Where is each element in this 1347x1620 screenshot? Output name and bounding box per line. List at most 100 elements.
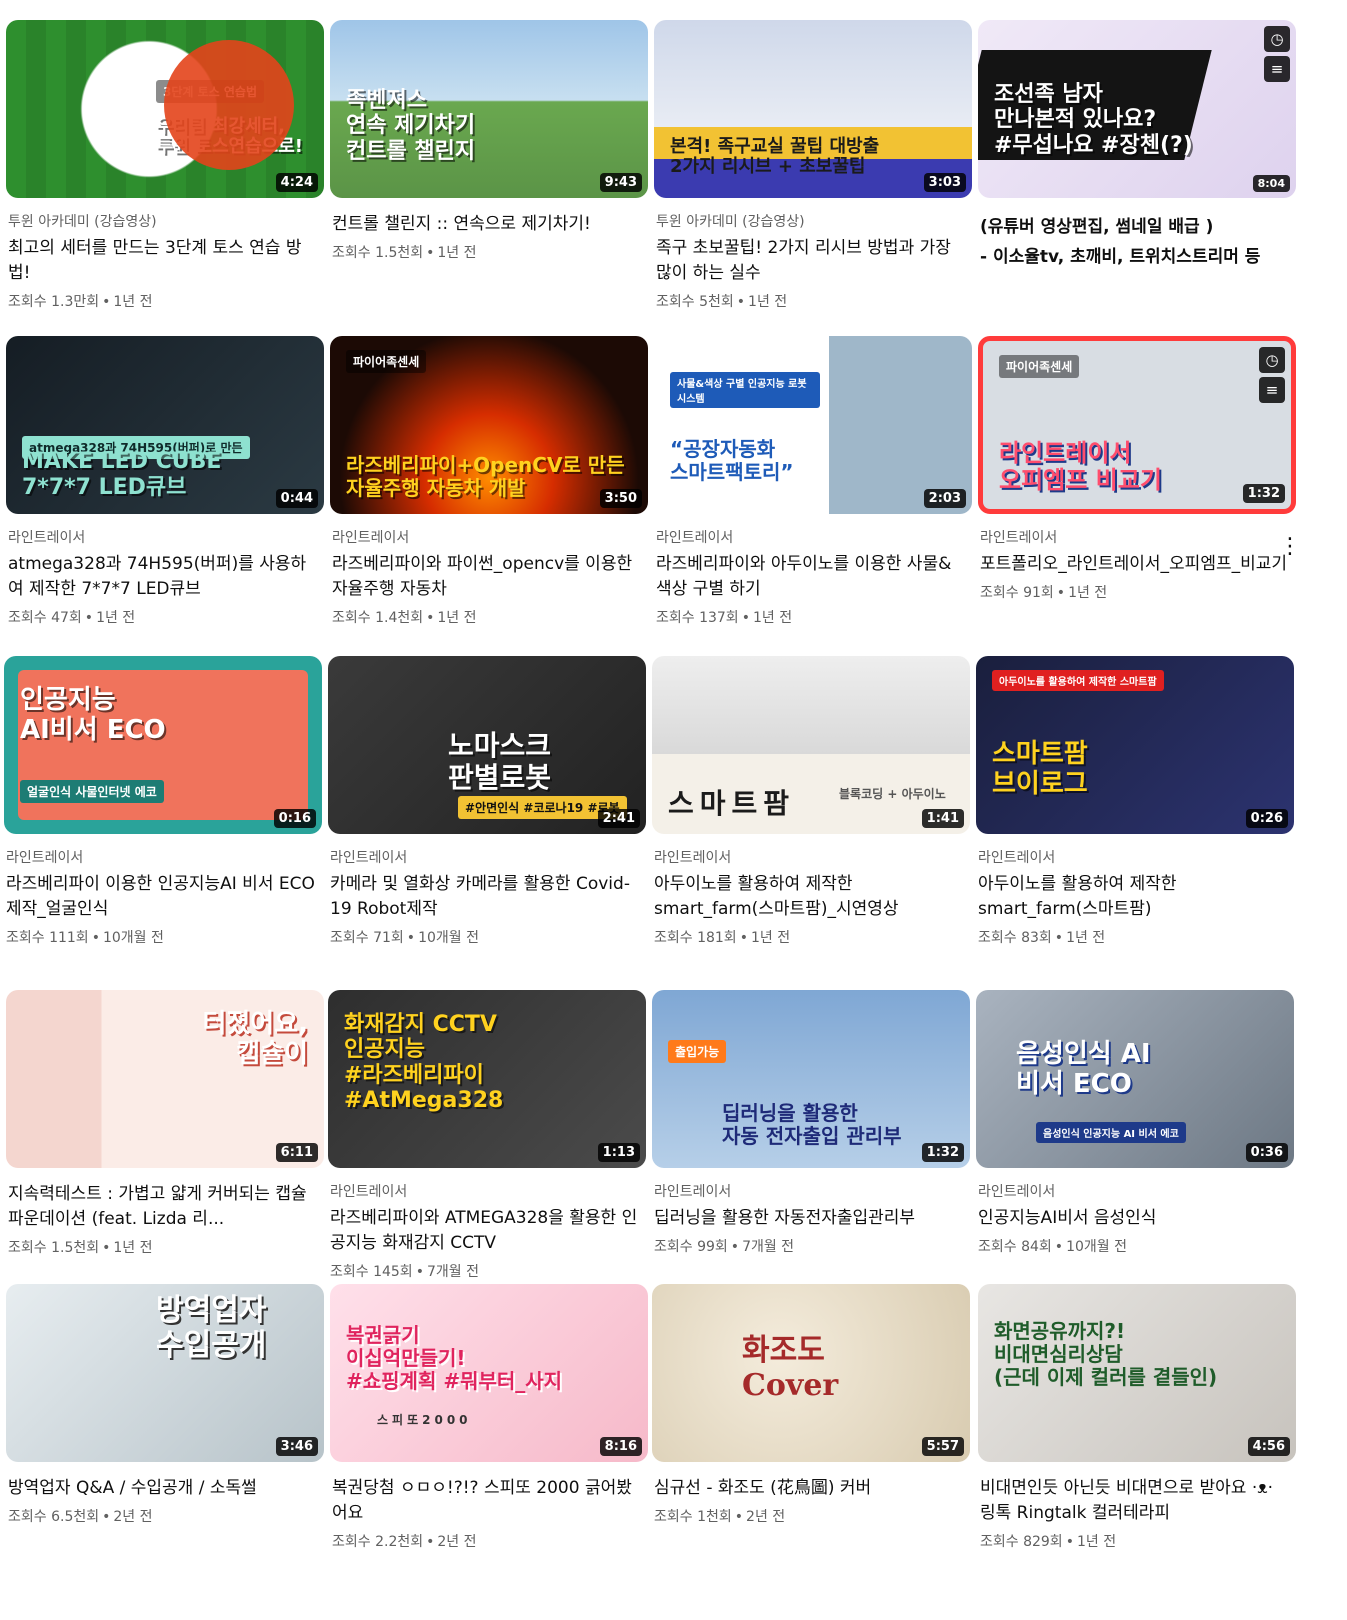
- video-thumbnail[interactable]: 화면공유까지?! 비대면심리상담 (근데 이제 컬러를 곁들인) 4:56: [978, 1284, 1296, 1462]
- watch-later-icon[interactable]: ◷: [1259, 347, 1285, 373]
- video-thumbnail[interactable]: 방역업자 수입공개 3:46: [6, 1284, 324, 1462]
- video-title[interactable]: 딥러닝을 활용한 자동전자출입관리부: [654, 1206, 964, 1231]
- video-title[interactable]: 지속력테스트 : 가볍고 얇게 커버되는 캡슐파운데이션 (feat. Lizd…: [8, 1182, 318, 1232]
- video-thumbnail[interactable]: 파이어족센세 라즈베리파이+OpenCV로 만든 자율주행 자동차 개발 3:5…: [330, 336, 648, 514]
- video-card[interactable]: 사물&색상 구별 인공지능 로봇 시스템 “공장자동화 스마트팩토리” 2:03…: [654, 336, 972, 628]
- video-title[interactable]: 복권당첨 ㅇㅁㅇ!?!? 스피또 2000 긁어봤어요: [332, 1476, 642, 1526]
- channel-name[interactable]: 라인트레이서: [978, 1182, 1288, 1202]
- channel-name[interactable]: 라인트레이서: [654, 1182, 964, 1202]
- add-to-queue-icon[interactable]: ≡: [1264, 56, 1290, 82]
- video-title[interactable]: 컨트롤 챌린지 :: 연속으로 제기차기!: [332, 212, 642, 237]
- video-card[interactable]: 파이어족센세 라즈베리파이+OpenCV로 만든 자율주행 자동차 개발 3:5…: [330, 336, 648, 628]
- video-title[interactable]: 카메라 및 열화상 카메라를 활용한 Covid-19 Robot제작: [330, 872, 640, 922]
- video-thumbnail[interactable]: 복권긁기 이십억만들기! #쇼핑계획 #뭐부터_사지 스피또2000 8:16: [330, 1284, 648, 1462]
- ad-subtitle[interactable]: - 이소율tv, 초깨비, 트위치스트리머 등: [980, 242, 1290, 272]
- video-thumbnail[interactable]: 노마스크 판별로봇 #안면인식 #코로나19 #로봇 2:41: [328, 656, 646, 834]
- video-thumbnail[interactable]: 스마트팜 블록코딩 + 아두이노 1:41: [652, 656, 970, 834]
- ad-title[interactable]: (유튜버 영상편집, 썸네일 배급 ): [980, 212, 1290, 242]
- video-title[interactable]: 방역업자 Q&A / 수입공개 / 소독썰: [8, 1476, 318, 1501]
- video-card[interactable]: 아두이노를 활용하여 제작한 스마트팜 스마트팜 브이로그 0:26 라인트레이…: [976, 656, 1294, 948]
- video-title[interactable]: 아두이노를 활용하여 제작한 smart_farm(스마트팜): [978, 872, 1288, 922]
- thumbnail-headline: MAKE LED CUBE 7*7*7 LED큐브: [22, 449, 222, 500]
- video-title[interactable]: atmega328과 74H595(버퍼)를 사용하여 제작한 7*7*7 LE…: [8, 552, 318, 602]
- video-thumbnail[interactable]: 아두이노를 활용하여 제작한 스마트팜 스마트팜 브이로그 0:26: [976, 656, 1294, 834]
- video-stats: 조회수 181회 • 1년 전: [654, 928, 964, 948]
- video-title[interactable]: 비대면인듯 아닌듯 비대면으로 받아요 ·ᴥ· 링톡 Ringtalk 컬러테라…: [980, 1476, 1290, 1526]
- video-stats: 조회수 145회 • 7개월 전: [330, 1262, 640, 1282]
- video-title[interactable]: 아두이노를 활용하여 제작한 smart_farm(스마트팜)_시연영상: [654, 872, 964, 922]
- video-card[interactable]: atmega328과 74H595(버퍼)로 만든 MAKE LED CUBE …: [6, 336, 324, 628]
- video-stats: 조회수 111회 • 10개월 전: [6, 928, 316, 948]
- video-thumbnail[interactable]: 파이어족센세 라인트레이서 오피엠프 비교기 ◷ ≡ 1:32: [978, 336, 1296, 514]
- video-thumbnail[interactable]: atmega328과 74H595(버퍼)로 만든 MAKE LED CUBE …: [6, 336, 324, 514]
- ad-card[interactable]: 조선족 남자 만나본적 있나요? #무섭나요 #장첸(?) ◷ ≡ 8:04 (…: [978, 20, 1296, 272]
- video-stats: 조회수 1천회 • 2년 전: [654, 1507, 964, 1527]
- video-card[interactable]: 화재감지 CCTV 인공지능 #라즈베리파이 #AtMega328 1:13 라…: [328, 990, 646, 1282]
- channel-name[interactable]: 라인트레이서: [978, 848, 1288, 868]
- channel-name[interactable]: 라인트레이서: [8, 528, 318, 548]
- video-thumbnail[interactable]: 3단계 토스 연습법 우리팀 최강세터, 투윈 토스연습으로! 4:24: [6, 20, 324, 198]
- video-card[interactable]: 파이어족센세 라인트레이서 오피엠프 비교기 ◷ ≡ 1:32 라인트레이서 포…: [978, 336, 1301, 603]
- more-options-icon[interactable]: ⋮: [1278, 526, 1302, 566]
- video-title[interactable]: 라즈베리파이와 파이썬_opencv를 이용한 자율주행 자동차: [332, 552, 642, 602]
- video-title[interactable]: 심규선 - 화조도 (花鳥圖) 커버: [654, 1476, 964, 1501]
- video-card[interactable]: 화조도 Cover 5:57 심규선 - 화조도 (花鳥圖) 커버 조회수 1천…: [652, 1284, 970, 1527]
- video-thumbnail[interactable]: 화조도 Cover 5:57: [652, 1284, 970, 1462]
- video-card[interactable]: 출입가능 딥러닝을 활용한 자동 전자출입 관리부 1:32 라인트레이서 딥러…: [652, 990, 970, 1257]
- duration-badge: 1:41: [921, 809, 964, 828]
- video-card[interactable]: 화면공유까지?! 비대면심리상담 (근데 이제 컬러를 곁들인) 4:56 비대…: [978, 1284, 1296, 1552]
- video-card[interactable]: 스마트팜 블록코딩 + 아두이노 1:41 라인트레이서 아두이노를 활용하여 …: [652, 656, 970, 948]
- channel-name[interactable]: 라인트레이서: [654, 848, 964, 868]
- watch-later-icon[interactable]: ◷: [1264, 26, 1290, 52]
- separator: •: [1056, 585, 1066, 601]
- channel-name[interactable]: 라인트레이서: [332, 528, 642, 548]
- ad-thumbnail[interactable]: 조선족 남자 만나본적 있나요? #무섭나요 #장첸(?) ◷ ≡ 8:04: [978, 20, 1296, 198]
- thumbnail-headline: 스마트팜 브이로그: [992, 739, 1088, 800]
- video-title[interactable]: 최고의 세터를 만드는 3단계 토스 연습 방법!: [8, 236, 318, 286]
- channel-name[interactable]: 라인트레이서: [6, 848, 316, 868]
- thumbnail-headline: 터졌어요, 캡슐이: [202, 1009, 308, 1069]
- video-title[interactable]: 족구 초보꿀팁! 2가지 리시브 방법과 가장 많이 하는 실수: [656, 236, 966, 286]
- video-stats: 조회수 91회 • 1년 전: [980, 583, 1290, 603]
- video-title[interactable]: 라즈베리파이와 ATMEGA328을 활용한 인공지능 화재감지 CCTV: [330, 1206, 640, 1256]
- channel-name[interactable]: 라인트레이서: [330, 1182, 640, 1202]
- thumbnail-headline: 화재감지 CCTV 인공지능 #라즈베리파이 #AtMega328: [344, 1012, 504, 1113]
- video-stats: 조회수 137회 • 1년 전: [656, 608, 966, 628]
- video-title[interactable]: 라즈베리파이와 아두이노를 이용한 사물&색상 구별 하기: [656, 552, 966, 602]
- video-title[interactable]: 인공지능AI비서 음성인식: [978, 1206, 1288, 1231]
- duration-badge: 3:46: [275, 1437, 318, 1456]
- video-card[interactable]: 복권긁기 이십억만들기! #쇼핑계획 #뭐부터_사지 스피또2000 8:16 …: [330, 1284, 648, 1552]
- upload-age: 2년 전: [746, 1509, 786, 1525]
- channel-name[interactable]: 라인트레이서: [330, 848, 640, 868]
- thumbnail-headline: 방역업자 수입공개: [156, 1293, 267, 1363]
- channel-name[interactable]: 투윈 아카데미 (강습영상): [656, 212, 966, 232]
- video-stats: 조회수 71회 • 10개월 전: [330, 928, 640, 948]
- video-card[interactable]: 노마스크 판별로봇 #안면인식 #코로나19 #로봇 2:41 라인트레이서 카…: [328, 656, 646, 948]
- video-card[interactable]: 음성인식 AI 비서 ECO 음성인식 인공지능 AI 비서 에코 0:36 라…: [976, 990, 1294, 1257]
- separator: •: [736, 294, 746, 310]
- video-thumbnail[interactable]: 터졌어요, 캡슐이 6:11: [6, 990, 324, 1168]
- channel-name[interactable]: 투윈 아카데미 (강습영상): [8, 212, 318, 232]
- video-card[interactable]: 3단계 토스 연습법 우리팀 최강세터, 투윈 토스연습으로! 4:24 투윈 …: [6, 20, 324, 312]
- video-thumbnail[interactable]: 출입가능 딥러닝을 활용한 자동 전자출입 관리부 1:32: [652, 990, 970, 1168]
- video-thumbnail[interactable]: 음성인식 AI 비서 ECO 음성인식 인공지능 AI 비서 에코 0:36: [976, 990, 1294, 1168]
- channel-name[interactable]: 라인트레이서: [656, 528, 966, 548]
- video-thumbnail[interactable]: 화재감지 CCTV 인공지능 #라즈베리파이 #AtMega328 1:13: [328, 990, 646, 1168]
- video-title[interactable]: 라즈베리파이 이용한 인공지능AI 비서 ECO 제작_얼굴인식: [6, 872, 316, 922]
- add-to-queue-icon[interactable]: ≡: [1259, 377, 1285, 403]
- video-card[interactable]: 터졌어요, 캡슐이 6:11 지속력테스트 : 가볍고 얇게 커버되는 캡슐파운…: [6, 990, 324, 1258]
- separator: •: [426, 245, 435, 261]
- thumbnail-headline: 화면공유까지?! 비대면심리상담 (근데 이제 컬러를 곁들인): [994, 1319, 1218, 1389]
- video-thumbnail[interactable]: 사물&색상 구별 인공지능 로봇 시스템 “공장자동화 스마트팩토리” 2:03: [654, 336, 972, 514]
- video-thumbnail[interactable]: 본격! 족구교실 꿀팁 대방출 2가지 리시브 + 초보꿀팁 3:03: [654, 20, 972, 198]
- view-count: 조회수 2.2천회: [332, 1534, 424, 1550]
- video-thumbnail[interactable]: 족벤져스 연속 제기차기 컨트롤 챌린지 9:43: [330, 20, 648, 198]
- channel-name[interactable]: 라인트레이서: [980, 528, 1290, 548]
- video-card[interactable]: 족벤져스 연속 제기차기 컨트롤 챌린지 9:43 컨트롤 챌린지 :: 연속으…: [330, 20, 648, 263]
- video-card[interactable]: 방역업자 수입공개 3:46 방역업자 Q&A / 수입공개 / 소독썰 조회수…: [6, 1284, 324, 1527]
- video-card[interactable]: 인공지능 AI비서 ECO 얼굴인식 사물인터넷 에코 0:16 라인트레이서 …: [4, 656, 322, 948]
- video-title[interactable]: 포트폴리오_라인트레이서_오피엠프_비교기: [980, 552, 1290, 577]
- video-card[interactable]: 본격! 족구교실 꿀팁 대방출 2가지 리시브 + 초보꿀팁 3:03 투윈 아…: [654, 20, 972, 312]
- duration-badge: 5:57: [921, 1437, 964, 1456]
- video-thumbnail[interactable]: 인공지능 AI비서 ECO 얼굴인식 사물인터넷 에코 0:16: [4, 656, 322, 834]
